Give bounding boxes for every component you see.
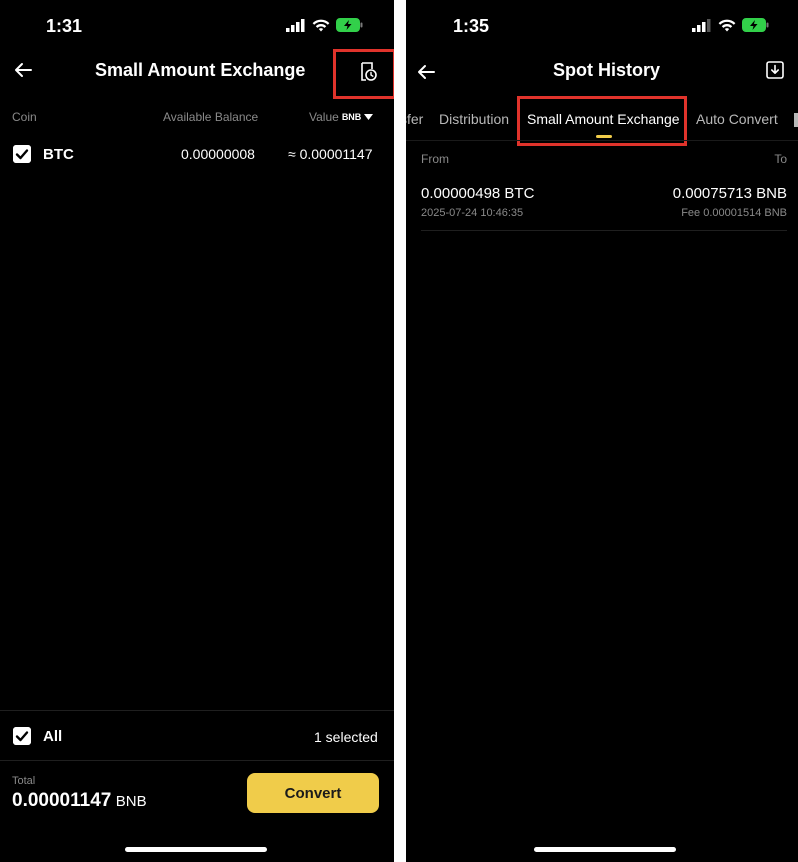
wifi-icon: [312, 19, 330, 31]
home-indicator[interactable]: [534, 847, 676, 852]
record-divider: [421, 230, 787, 231]
record-from-amount: 0.00000498 BTC: [421, 185, 535, 202]
checkbox-checked-icon[interactable]: [13, 145, 31, 163]
to-column-header: To: [774, 152, 787, 166]
back-arrow-icon[interactable]: [11, 58, 35, 82]
back-arrow-icon[interactable]: [414, 60, 438, 84]
wifi-icon: [718, 19, 736, 31]
caret-down-icon: [364, 114, 374, 120]
tab-distribution[interactable]: Distribution: [439, 111, 509, 127]
available-balance-column-header: Available Balance: [163, 110, 259, 124]
status-icons: [286, 18, 364, 32]
history-highlight-box: [333, 49, 394, 99]
total-unit: BNB: [115, 793, 147, 810]
tab-overflow-edge: [794, 113, 798, 127]
signal-icon: [286, 18, 305, 32]
select-all-label: All: [43, 728, 63, 745]
record-fee: Fee 0.00001514 BNB: [681, 207, 787, 219]
status-time: 1:35: [453, 16, 490, 36]
coin-balance: 0.00000008: [181, 146, 255, 162]
total-divider: [0, 760, 394, 761]
status-icons: [692, 18, 770, 32]
total-amount: 0.00001147 BNB: [12, 790, 147, 812]
home-indicator[interactable]: [125, 847, 267, 852]
spot-history-screen: 1:35 Spot History sfer Distribution Smal…: [406, 0, 798, 862]
battery-charging-icon: [336, 18, 363, 32]
total-value: 0.00001147: [12, 790, 112, 811]
coin-value: ≈ 0.00001147: [288, 146, 373, 162]
status-time: 1:31: [46, 16, 83, 36]
record-datetime: 2025-07-24 10:46:35: [421, 207, 524, 219]
small-amount-exchange-screen: 1:31 Small Amount Exchange Coin Availabl…: [0, 0, 394, 862]
tab-transfer[interactable]: sfer: [406, 111, 423, 127]
record-to-amount: 0.00075713 BNB: [672, 185, 787, 202]
total-label: Total: [12, 775, 36, 787]
coin-symbol: BTC: [43, 146, 74, 163]
from-column-header: From: [421, 152, 449, 166]
download-icon[interactable]: [766, 61, 784, 79]
tabs-divider: [406, 140, 798, 141]
select-all-checkbox-icon[interactable]: [13, 727, 31, 745]
value-unit-selector[interactable]: Value BNB: [309, 110, 374, 124]
footer-divider: [0, 710, 394, 711]
coin-column-header: Coin: [12, 110, 37, 124]
tab-highlight-box: [517, 96, 687, 146]
battery-charging-icon: [742, 18, 769, 32]
signal-icon: [692, 18, 711, 32]
convert-button[interactable]: Convert: [247, 773, 379, 813]
value-column-header: Value: [309, 110, 339, 124]
tab-auto-convert[interactable]: Auto Convert: [696, 111, 778, 127]
selected-count: 1 selected: [314, 729, 378, 745]
page-title: Spot History: [553, 60, 661, 80]
value-unit-label: BNB: [341, 112, 362, 122]
page-title: Small Amount Exchange: [95, 60, 306, 80]
